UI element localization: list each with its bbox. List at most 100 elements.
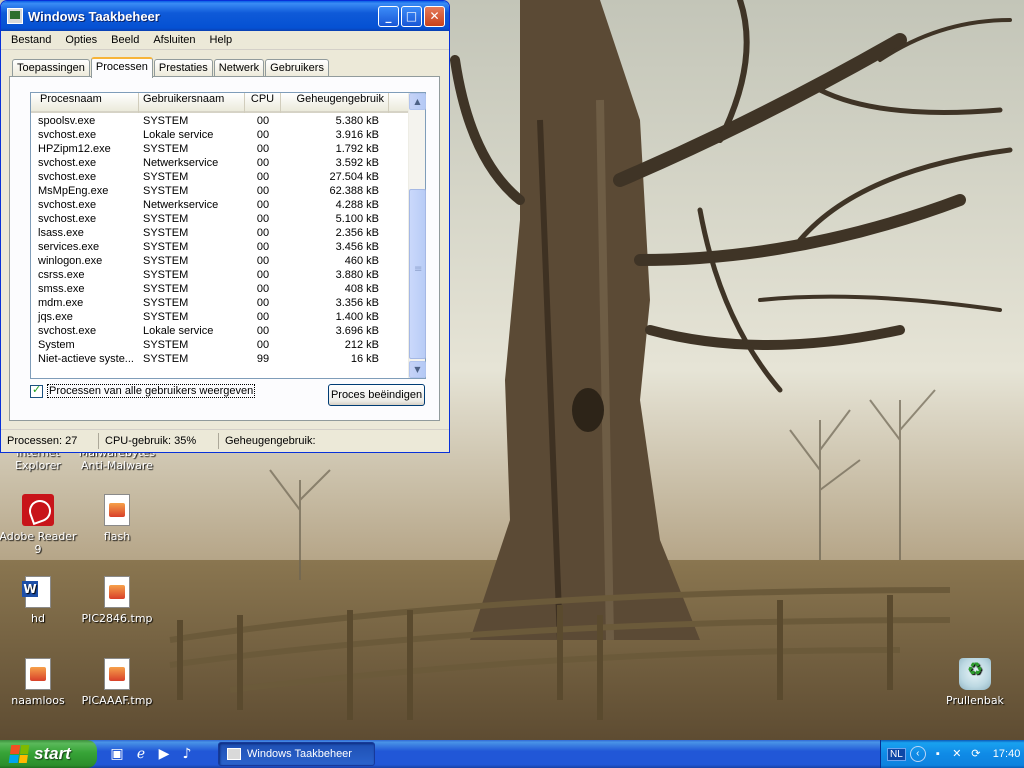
desktop-icon-recycle-bin[interactable]: Prullenbak — [935, 658, 1015, 707]
tab-prestaties[interactable]: Prestaties — [153, 59, 213, 77]
cpu-cell: 00 — [256, 115, 270, 127]
desktop-icon-hd[interactable]: hd — [0, 576, 78, 625]
process-name-cell: HPZipm12.exe — [38, 143, 111, 155]
user-name-cell: SYSTEM — [143, 227, 189, 239]
cpu-cell: 00 — [256, 339, 270, 351]
user-name-cell: SYSTEM — [143, 171, 189, 183]
table-row[interactable]: System SYSTEM 00 212 kB — [31, 339, 409, 353]
internet-explorer-icon[interactable]: ℯ — [132, 745, 150, 763]
desktop-icon-pic2846[interactable]: PIC2846.tmp — [77, 576, 157, 625]
show-all-users-option[interactable]: Processen van alle gebruikers weergeven — [30, 383, 256, 398]
cpu-cell: 00 — [256, 269, 270, 281]
memory-cell: 460 kB — [344, 255, 379, 267]
start-button[interactable]: start — [0, 740, 97, 768]
desktop-icon-label: Prullenbak — [946, 694, 1004, 707]
user-name-cell: SYSTEM — [143, 311, 189, 323]
desktop-icon-naamloos[interactable]: naamloos — [0, 658, 78, 707]
status-cpu-usage: CPU-gebruik: 35% — [99, 432, 219, 449]
table-row[interactable]: svchost.exe SYSTEM 00 27.504 kB — [31, 171, 409, 185]
process-list[interactable]: Procesnaam Gebruikersnaam CPU Geheugenge… — [30, 92, 426, 379]
table-row[interactable]: svchost.exe Lokale service 00 3.696 kB — [31, 325, 409, 339]
show-all-users-checkbox[interactable] — [30, 383, 43, 398]
recycle-bin-icon — [959, 658, 991, 690]
show-all-users-label[interactable]: Processen van alle gebruikers weergeven — [47, 384, 256, 398]
column-header-geheugengebruik[interactable]: Geheugengebruik — [281, 93, 389, 113]
file-icon — [104, 658, 130, 690]
tab-netwerk[interactable]: Netwerk — [213, 59, 265, 77]
minimize-button[interactable]: _ — [378, 5, 399, 27]
file-icon — [104, 576, 130, 608]
table-row[interactable]: Niet-actieve syste... SYSTEM 99 16 kB — [31, 353, 409, 367]
table-row[interactable]: mdm.exe SYSTEM 00 3.356 kB — [31, 297, 409, 311]
task-manager-icon — [7, 8, 23, 24]
close-button[interactable]: ✕ — [424, 5, 445, 27]
memory-cell: 5.100 kB — [335, 213, 379, 225]
memory-cell: 408 kB — [344, 283, 379, 295]
table-row[interactable]: csrss.exe SYSTEM 00 3.880 kB — [31, 269, 409, 283]
vertical-scrollbar[interactable]: ▲ ▼ — [408, 93, 426, 378]
table-row[interactable]: svchost.exe Netwerkservice 00 4.288 kB — [31, 199, 409, 213]
network-icon[interactable]: ▪ — [931, 747, 945, 761]
scroll-down-button[interactable]: ▼ — [409, 361, 426, 378]
show-hidden-icons-icon[interactable]: ‹ — [909, 746, 926, 762]
scroll-thumb[interactable] — [409, 189, 426, 359]
cpu-cell: 00 — [256, 185, 270, 197]
table-row[interactable]: winlogon.exe SYSTEM 00 460 kB — [31, 255, 409, 269]
table-row[interactable]: svchost.exe Netwerkservice 00 3.592 kB — [31, 157, 409, 171]
desktop-icon-flash[interactable]: flash — [77, 494, 157, 543]
column-header-cpu[interactable]: CPU — [245, 93, 281, 113]
desktop-icon-picaaaf[interactable]: PICAAAF.tmp — [77, 658, 157, 707]
user-name-cell: SYSTEM — [143, 241, 189, 253]
table-row[interactable]: smss.exe SYSTEM 00 408 kB — [31, 283, 409, 297]
menu-bestand[interactable]: Bestand — [4, 34, 58, 46]
menu-opties[interactable]: Opties — [58, 34, 104, 46]
process-list-body: spoolsv.exe SYSTEM 00 5.380 kB svchost.exe Lo… — [31, 115, 409, 367]
table-row[interactable]: services.exe SYSTEM 00 3.456 kB — [31, 241, 409, 255]
menu-help[interactable]: Help — [203, 34, 240, 46]
process-name-cell: jqs.exe — [38, 311, 73, 323]
table-row[interactable]: spoolsv.exe SYSTEM 00 5.380 kB — [31, 115, 409, 129]
status-bar: Processen: 27 CPU-gebruik: 35% Geheugeng… — [1, 429, 449, 452]
task-manager-icon — [227, 748, 241, 760]
desktop-icon-label: flash — [103, 530, 131, 543]
scroll-up-button[interactable]: ▲ — [409, 93, 426, 110]
desktop-icon-label: Adobe Reader 9 — [0, 530, 77, 556]
desktop-icon-adobe-reader[interactable]: Adobe Reader 9 — [0, 494, 78, 556]
table-row[interactable]: svchost.exe Lokale service 00 3.916 kB — [31, 129, 409, 143]
pdf-icon — [22, 494, 54, 526]
process-list-header: Procesnaam Gebruikersnaam CPU Geheugenge… — [31, 93, 409, 113]
menu-afsluiten[interactable]: Afsluiten — [146, 34, 202, 46]
table-row[interactable]: jqs.exe SYSTEM 00 1.400 kB — [31, 311, 409, 325]
cpu-cell: 00 — [256, 213, 270, 225]
taskbar-item-task-manager[interactable]: Windows Taakbeheer — [218, 742, 375, 766]
user-name-cell: SYSTEM — [143, 283, 189, 295]
memory-cell: 3.880 kB — [335, 269, 379, 281]
quick-launch-icon[interactable]: ♪ — [178, 745, 196, 763]
table-row[interactable]: MsMpEng.exe SYSTEM 00 62.388 kB — [31, 185, 409, 199]
table-row[interactable]: lsass.exe SYSTEM 00 2.356 kB — [31, 227, 409, 241]
process-name-cell: mdm.exe — [38, 297, 84, 309]
language-indicator[interactable]: NL — [887, 747, 906, 761]
column-header-procesnaam[interactable]: Procesnaam — [31, 93, 139, 113]
sync-icon[interactable]: ⟳ — [969, 747, 983, 761]
table-row[interactable]: svchost.exe SYSTEM 00 5.100 kB — [31, 213, 409, 227]
tab-toepassingen[interactable]: Toepassingen — [12, 59, 90, 77]
window-titlebar[interactable]: Windows Taakbeheer _ □ ✕ — [1, 1, 449, 31]
user-name-cell: SYSTEM — [143, 353, 189, 365]
table-row[interactable]: HPZipm12.exe SYSTEM 00 1.792 kB — [31, 143, 409, 157]
memory-cell: 3.696 kB — [335, 325, 379, 337]
desktop-icon-label: PICAAAF.tmp — [81, 694, 153, 707]
tab-processen[interactable]: Processen — [90, 57, 153, 78]
end-process-button[interactable]: Proces beëindigen — [328, 384, 425, 406]
media-player-icon[interactable]: ▶ — [155, 745, 173, 763]
process-name-cell: smss.exe — [38, 283, 85, 295]
maximize-button[interactable]: □ — [401, 5, 422, 27]
tab-gebruikers[interactable]: Gebruikers — [265, 59, 329, 77]
disconnected-network-icon[interactable]: ✕ — [950, 747, 964, 761]
menu-beeld[interactable]: Beeld — [104, 34, 146, 46]
cpu-cell: 00 — [256, 241, 270, 253]
memory-cell: 62.388 kB — [329, 185, 379, 197]
taskbar: start ▣ ℯ ▶ ♪ Windows Taakbeheer NL ‹ ▪ … — [0, 740, 1024, 768]
column-header-gebruikersnaam[interactable]: Gebruikersnaam — [139, 93, 245, 113]
show-desktop-icon[interactable]: ▣ — [108, 745, 126, 763]
